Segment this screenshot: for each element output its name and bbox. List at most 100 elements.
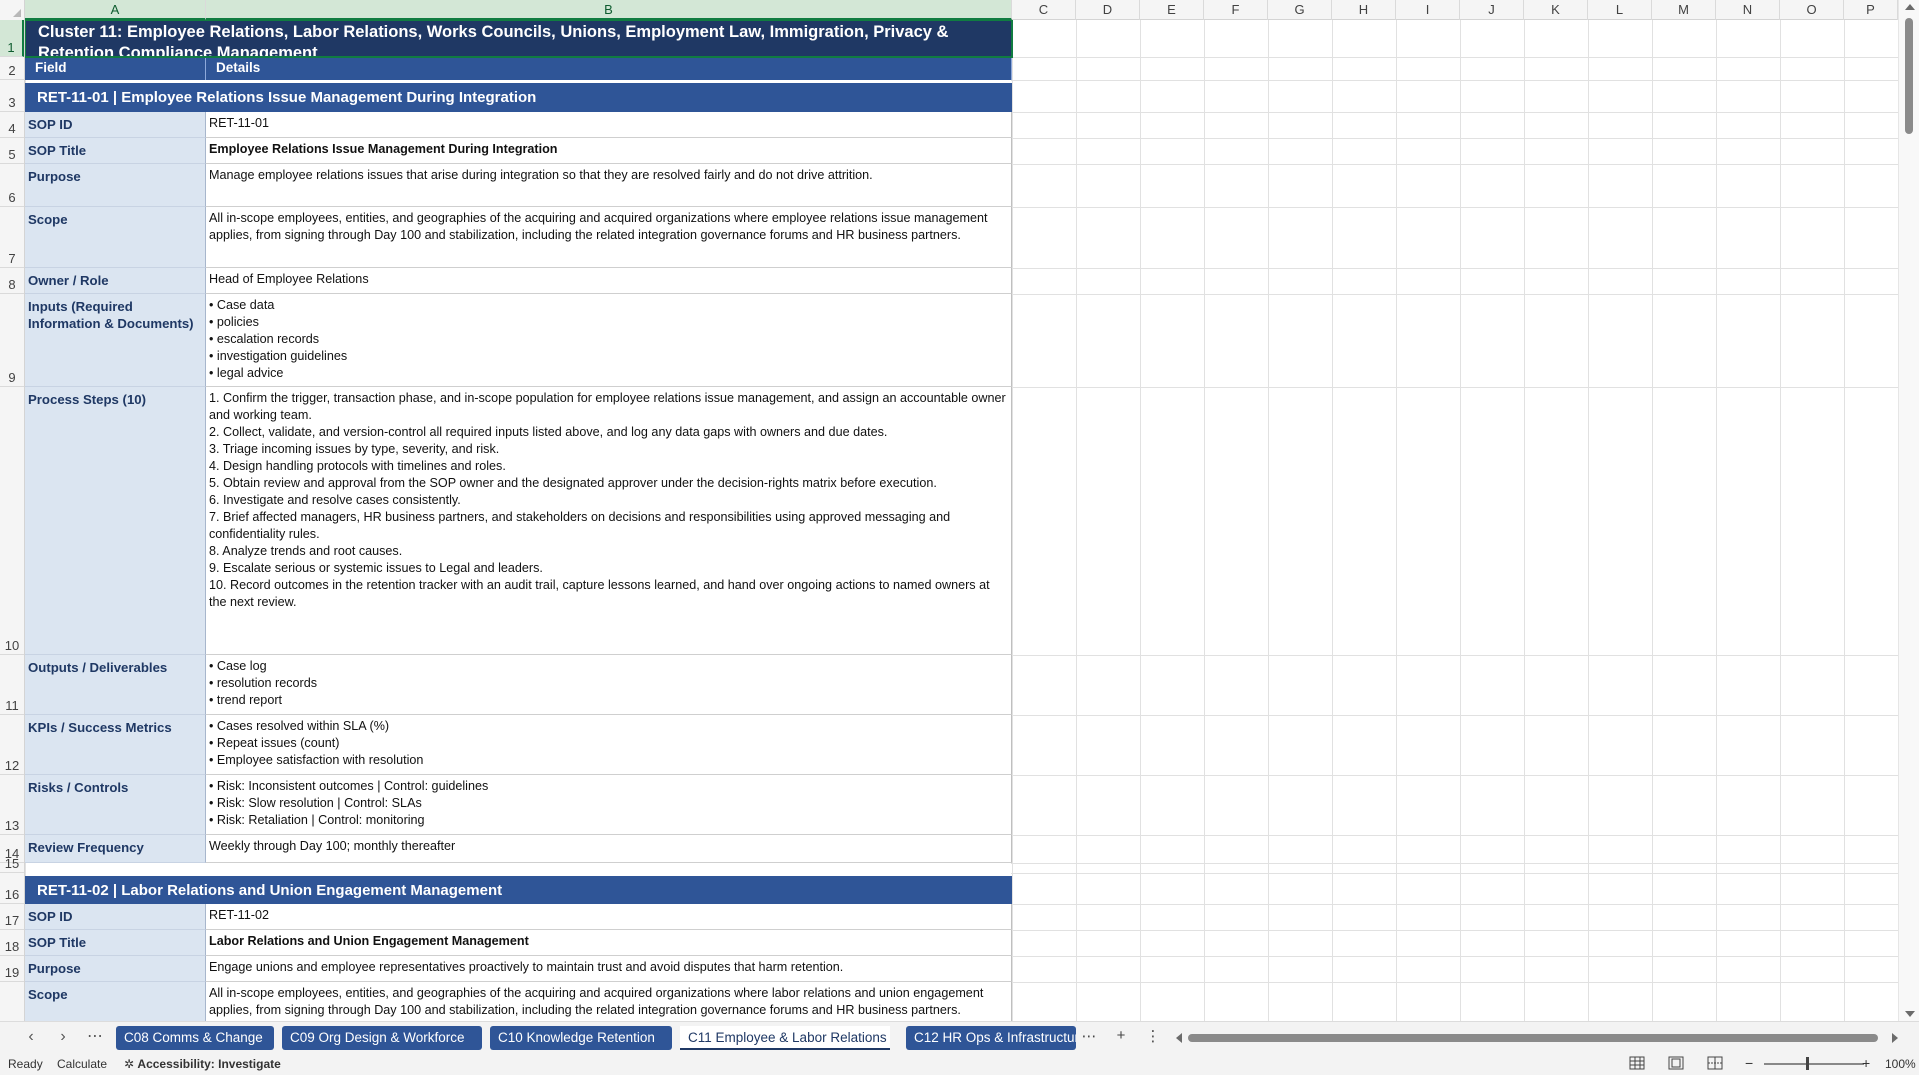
row-header-8[interactable]: 8 — [0, 268, 24, 294]
tab-options-icon[interactable]: ⋮ — [1143, 1027, 1163, 1045]
sheet-tab[interactable]: C12 HR Ops & Infrastructure — [906, 1026, 1076, 1050]
select-all-corner[interactable] — [0, 0, 25, 20]
field-label-cell[interactable]: Owner / Role — [25, 268, 206, 294]
vertical-scrollbar[interactable] — [1898, 0, 1919, 1021]
column-header-o[interactable]: O — [1780, 0, 1844, 20]
row-header-18[interactable]: 18 — [0, 930, 24, 956]
sheet-tab[interactable]: C11 Employee & Labor Relations — [680, 1026, 890, 1050]
field-value-cell[interactable]: Employee Relations Issue Management Duri… — [206, 138, 1012, 164]
column-header-c[interactable]: C — [1012, 0, 1076, 20]
accessibility-button[interactable]: ✲ Accessibility: Investigate — [124, 1057, 281, 1071]
row-header-9[interactable]: 9 — [0, 294, 24, 387]
column-header-h[interactable]: H — [1332, 0, 1396, 20]
row-header-1[interactable]: 1 — [0, 20, 24, 57]
field-value-cell[interactable]: Head of Employee Relations — [206, 268, 1012, 294]
more-sheets-left-icon[interactable]: ⋯ — [84, 1028, 106, 1048]
column-header-k[interactable]: K — [1524, 0, 1588, 20]
field-value-cell[interactable]: 1. Confirm the trigger, transaction phas… — [206, 387, 1012, 655]
row-header-2[interactable]: 2 — [0, 57, 24, 80]
section-heading[interactable]: RET-11-01 | Employee Relations Issue Man… — [25, 83, 1012, 112]
horizontal-scrollbar[interactable] — [1176, 1030, 1898, 1046]
field-label-cell[interactable]: SOP ID — [25, 904, 206, 930]
field-label-cell[interactable]: Purpose — [25, 956, 206, 982]
column-header-f[interactable]: F — [1204, 0, 1268, 20]
row-header-19[interactable]: 19 — [0, 956, 24, 982]
field-value-cell[interactable]: • Cases resolved within SLA (%) • Repeat… — [206, 715, 1012, 775]
row-header-13[interactable]: 13 — [0, 775, 24, 835]
field-column-header[interactable]: Field — [25, 57, 206, 80]
normal-view-icon[interactable] — [1629, 1056, 1649, 1072]
field-label-cell[interactable]: SOP ID — [25, 112, 206, 138]
sheet-tab[interactable]: C10 Knowledge Retention — [490, 1026, 672, 1050]
column-header-i[interactable]: I — [1396, 0, 1460, 20]
field-value-cell[interactable]: RET-11-01 — [206, 112, 1012, 138]
row-header-15[interactable]: 15 — [0, 856, 24, 873]
column-header-b[interactable]: B — [206, 0, 1012, 20]
row-header-11[interactable]: 11 — [0, 655, 24, 715]
row-header-7[interactable]: 7 — [0, 207, 24, 268]
row-header-4[interactable]: 4 — [0, 112, 24, 138]
field-label-cell[interactable]: Process Steps (10) — [25, 387, 206, 655]
page-layout-view-icon[interactable] — [1668, 1056, 1688, 1072]
column-header-l[interactable]: L — [1588, 0, 1652, 20]
field-label-cell[interactable]: SOP Title — [25, 930, 206, 956]
zoom-out-icon[interactable]: − — [1745, 1055, 1753, 1071]
field-value-cell[interactable]: RET-11-02 — [206, 904, 1012, 930]
field-label-cell[interactable]: Outputs / Deliverables — [25, 655, 206, 715]
zoom-slider-thumb[interactable] — [1806, 1057, 1809, 1070]
cell-grid[interactable]: Cluster 11: Employee Relations, Labor Re… — [25, 20, 1898, 1021]
sheet-tab[interactable]: C09 Org Design & Workforce — [282, 1026, 482, 1050]
add-sheet-icon[interactable]: + — [1111, 1027, 1131, 1044]
calculate-button[interactable]: Calculate — [57, 1057, 107, 1071]
zoom-level[interactable]: 100% — [1885, 1057, 1916, 1071]
prev-sheet-icon[interactable]: ‹ — [20, 1028, 42, 1048]
field-label-cell[interactable]: KPIs / Success Metrics — [25, 715, 206, 775]
column-header-j[interactable]: J — [1460, 0, 1524, 20]
field-value-cell[interactable]: Labor Relations and Union Engagement Man… — [206, 930, 1012, 956]
row-header-5[interactable]: 5 — [0, 138, 24, 164]
field-value-cell[interactable]: Engage unions and employee representativ… — [206, 956, 1012, 982]
field-value-cell[interactable]: • Case log • resolution records • trend … — [206, 655, 1012, 715]
row-header-20[interactable]: 20 — [0, 982, 24, 1021]
page-break-view-icon[interactable] — [1707, 1056, 1727, 1072]
field-value-cell[interactable]: • Case data • policies • escalation reco… — [206, 294, 1012, 387]
next-sheet-icon[interactable]: › — [52, 1028, 74, 1048]
scroll-left-icon[interactable] — [1176, 1033, 1182, 1043]
more-sheets-right-icon[interactable]: ⋯ — [1079, 1027, 1099, 1045]
sheet-tab[interactable]: C08 Comms & Change — [116, 1026, 274, 1050]
zoom-slider[interactable] — [1764, 1063, 1864, 1065]
field-value-cell[interactable]: Manage employee relations issues that ar… — [206, 164, 1012, 207]
column-header-d[interactable]: D — [1076, 0, 1140, 20]
column-header-a[interactable]: A — [25, 0, 206, 20]
column-header-p[interactable]: P — [1844, 0, 1898, 20]
field-value-cell[interactable]: • Risk: Inconsistent outcomes | Control:… — [206, 775, 1012, 835]
section-heading[interactable]: RET-11-02 | Labor Relations and Union En… — [25, 876, 1012, 904]
row-header-17[interactable]: 17 — [0, 904, 24, 930]
sheet-title-cell[interactable]: Cluster 11: Employee Relations, Labor Re… — [25, 20, 1012, 57]
row-header-12[interactable]: 12 — [0, 715, 24, 775]
row-header-3[interactable]: 3 — [0, 80, 24, 112]
field-label-cell[interactable]: SOP Title — [25, 138, 206, 164]
field-label-cell[interactable]: Risks / Controls — [25, 775, 206, 835]
scroll-up-icon[interactable] — [1905, 4, 1915, 10]
row-header-6[interactable]: 6 — [0, 164, 24, 207]
field-label-cell[interactable]: Scope — [25, 207, 206, 268]
column-header-n[interactable]: N — [1716, 0, 1780, 20]
scroll-right-icon[interactable] — [1892, 1033, 1898, 1043]
row-header-16[interactable]: 16 — [0, 873, 24, 904]
vertical-scroll-thumb[interactable] — [1905, 18, 1913, 134]
column-header-g[interactable]: G — [1268, 0, 1332, 20]
field-label-cell[interactable]: Purpose — [25, 164, 206, 207]
column-header-e[interactable]: E — [1140, 0, 1204, 20]
field-label-cell[interactable]: Scope — [25, 982, 206, 1021]
field-value-cell[interactable]: Weekly through Day 100; monthly thereaft… — [206, 835, 1012, 863]
scroll-down-icon[interactable] — [1905, 1011, 1915, 1017]
field-label-cell[interactable]: Review Frequency — [25, 835, 206, 863]
horizontal-scroll-thumb[interactable] — [1188, 1034, 1878, 1042]
column-header-m[interactable]: M — [1652, 0, 1716, 20]
row-header-10[interactable]: 10 — [0, 387, 24, 655]
zoom-in-icon[interactable]: + — [1862, 1055, 1870, 1071]
field-value-cell[interactable]: All in-scope employees, entities, and ge… — [206, 982, 1012, 1021]
field-label-cell[interactable]: Inputs (Required Information & Documents… — [25, 294, 206, 387]
field-value-cell[interactable]: All in-scope employees, entities, and ge… — [206, 207, 1012, 268]
